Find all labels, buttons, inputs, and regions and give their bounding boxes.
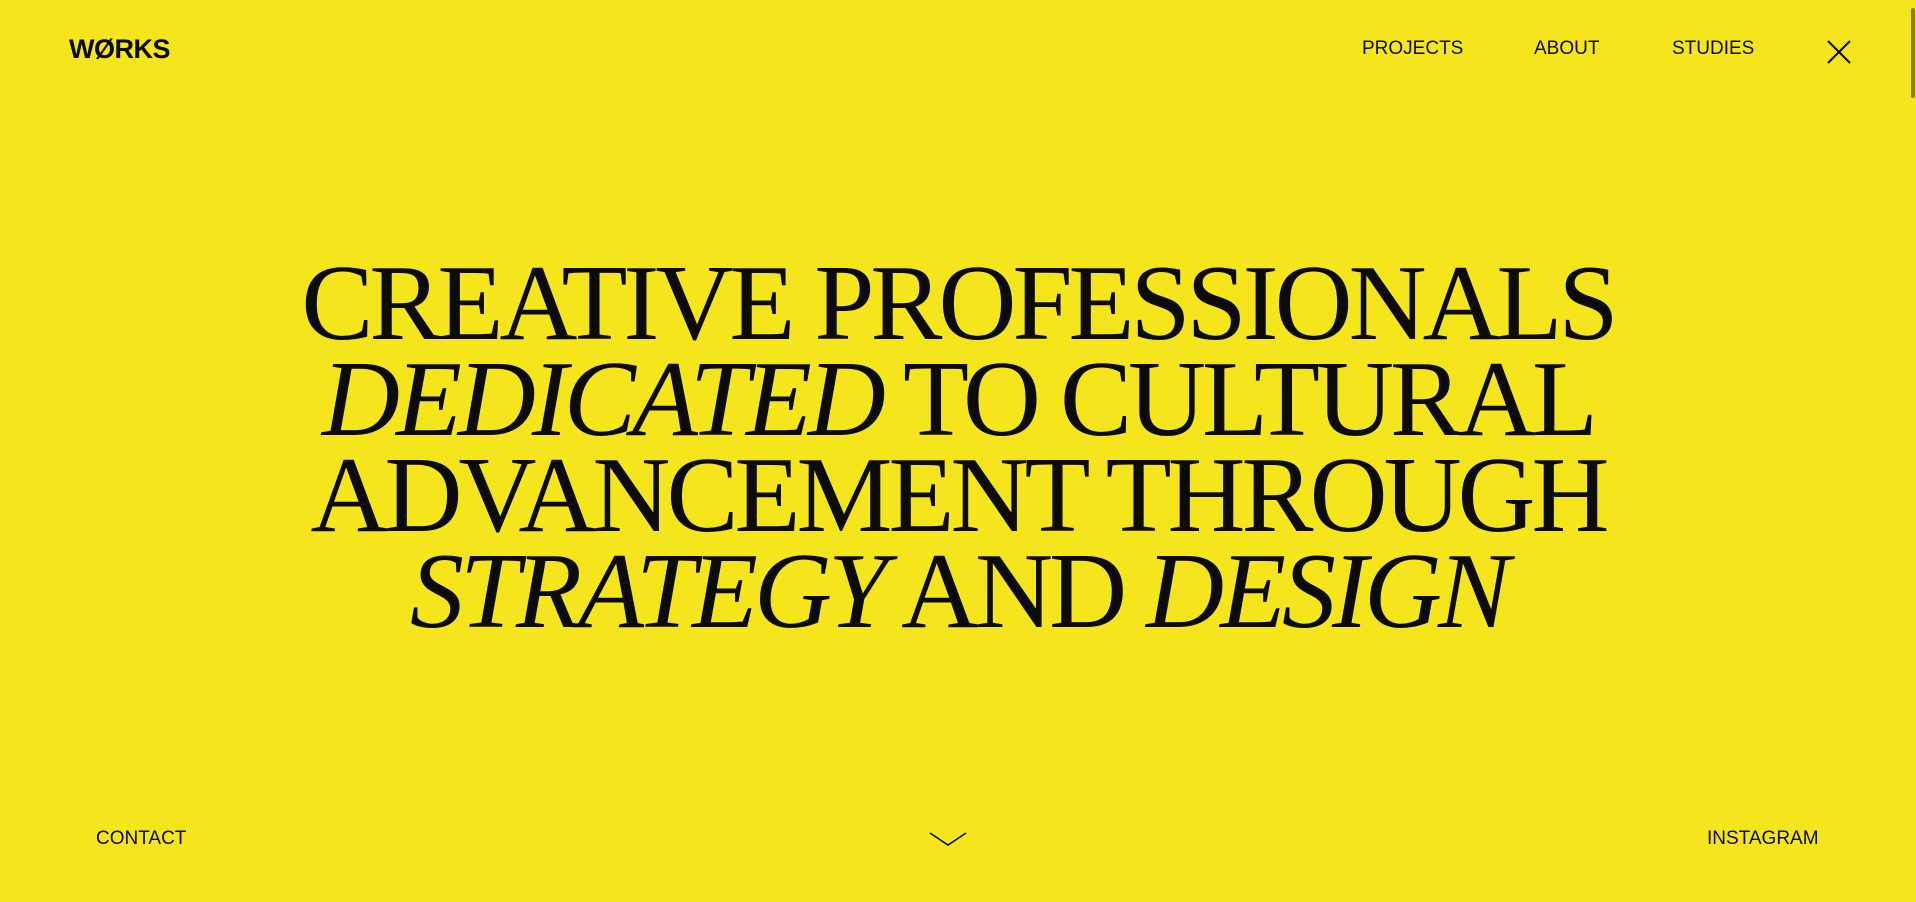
hero-line-2: DEDICATED TO CULTURAL [0,346,1916,454]
nav-about-link[interactable]: ABOUT [1534,36,1599,62]
scroll-down-button[interactable] [928,829,968,851]
nav-projects-link[interactable]: PROJECTS [1362,36,1463,62]
instagram-link[interactable]: INSTAGRAM [1707,826,1819,852]
hero-line-3: ADVANCEMENT THROUGH [0,442,1916,550]
hero-word-design: DESIGN [1146,532,1510,651]
nav-studies-link[interactable]: STUDIES [1672,36,1754,62]
hero-statement: CREATIVE PROFESSIONALS DEDICATED TO CULT… [0,250,1916,646]
close-menu-button[interactable] [1824,37,1854,67]
chevron-down-icon [929,832,967,846]
page: WØRKS PROJECTS ABOUT STUDIES CREATIVE PR… [0,0,1916,902]
scrollbar-thumb[interactable] [1911,8,1915,98]
close-icon [1827,40,1851,64]
hero-word-strategy: STRATEGY [409,532,888,651]
hero-line-4-and: AND [884,532,1147,651]
contact-link[interactable]: CONTACT [96,826,186,852]
hero-line-1: CREATIVE PROFESSIONALS [0,250,1916,358]
hero-line-4: STRATEGY AND DESIGN [0,538,1916,646]
main-nav: PROJECTS ABOUT STUDIES [0,36,1916,64]
